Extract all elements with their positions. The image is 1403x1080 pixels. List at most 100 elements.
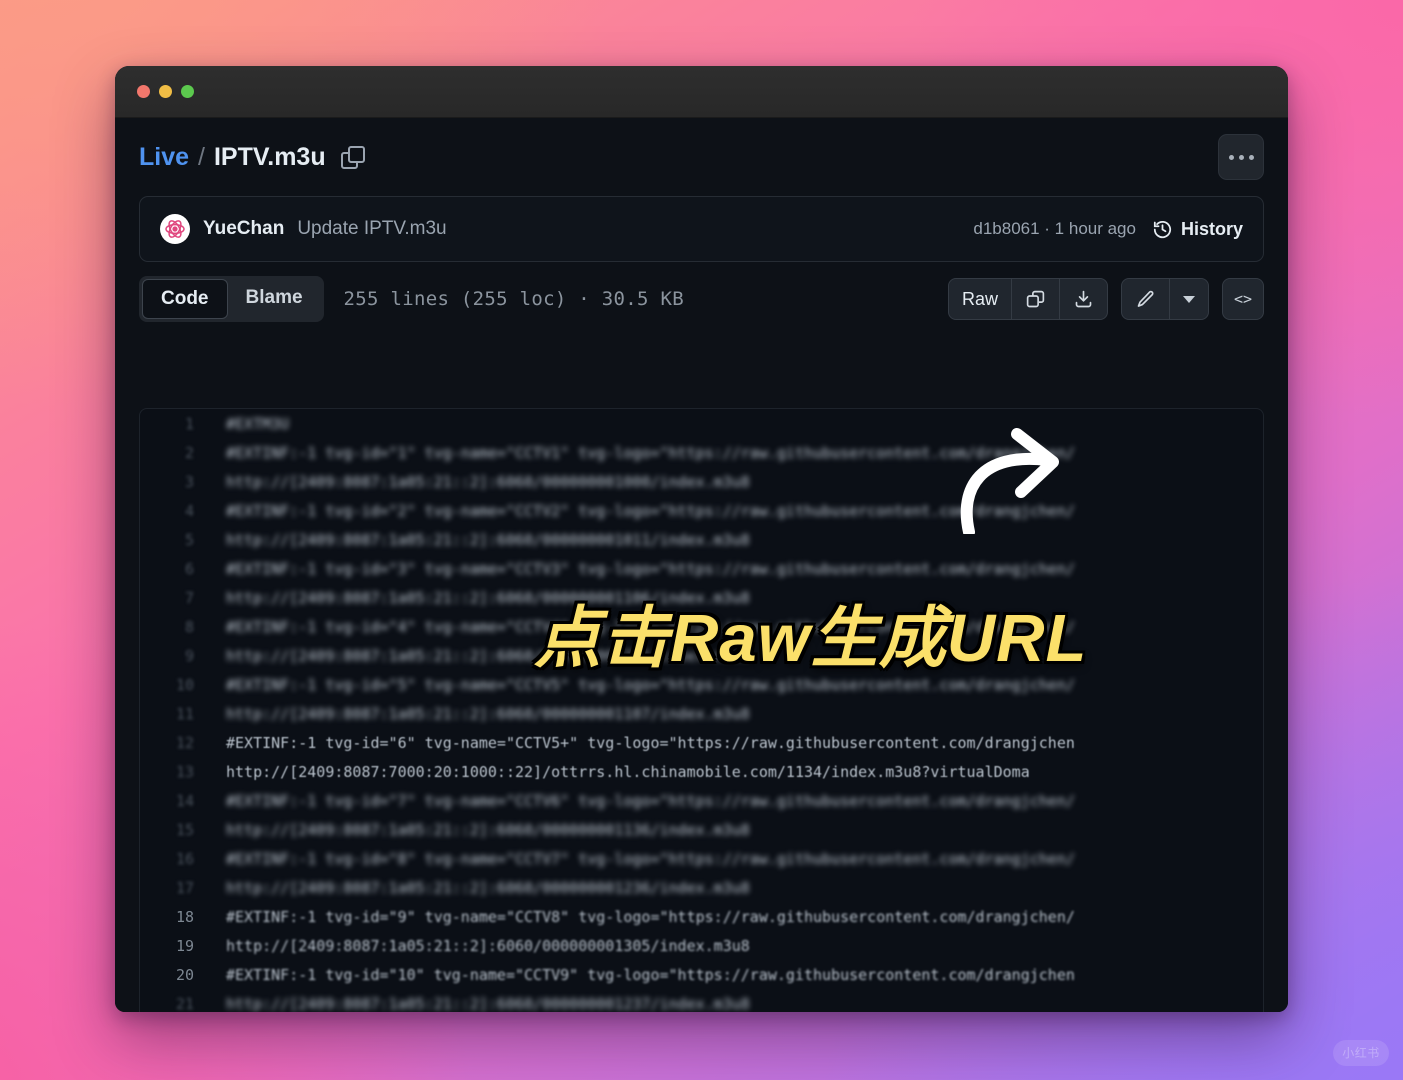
code-line: 15 http://[2409:8087:1a05:21::2]:6060/000… <box>140 815 1263 844</box>
raw-copy-download-group: Raw <box>947 278 1108 320</box>
copy-raw-contents-button[interactable] <box>1012 279 1060 319</box>
line-number[interactable]: 14 <box>140 792 216 810</box>
line-number[interactable]: 10 <box>140 676 216 694</box>
raw-button[interactable]: Raw <box>949 279 1012 319</box>
code-line: 19 http://[2409:8087:1a05:21::2]:6060/000… <box>140 931 1263 960</box>
line-source: #EXTM3U <box>226 414 290 433</box>
line-number[interactable]: 17 <box>140 879 216 897</box>
line-number[interactable]: 7 <box>140 589 216 607</box>
file-toolbar-right: Raw <> <box>947 278 1264 320</box>
code-symbols-button[interactable]: <> <box>1222 278 1264 320</box>
line-number[interactable]: 1 <box>140 415 216 433</box>
breadcrumb-row: Live / IPTV.m3u <box>139 118 1264 196</box>
line-number[interactable]: 2 <box>140 444 216 462</box>
tab-code[interactable]: Code <box>142 279 228 319</box>
file-toolbar: Code Blame 255 lines (255 loc) · 30.5 KB… <box>139 262 1264 336</box>
line-number[interactable]: 6 <box>140 560 216 578</box>
chevron-down-icon <box>1183 295 1195 303</box>
code-line: 20 #EXTINF:-1 tvg-id="10" tvg-name="CCTV9… <box>140 960 1263 989</box>
pencil-edit-icon <box>1137 290 1154 307</box>
line-number[interactable]: 13 <box>140 763 216 781</box>
commit-meta-group: d1b8061 · 1 hour ago History <box>973 219 1243 240</box>
kebab-dot <box>1228 154 1234 160</box>
breadcrumb-repo-link[interactable]: Live <box>139 143 189 172</box>
line-source: http://[2409:8087:1a05:21::2]:6060/00000… <box>226 588 750 607</box>
copy-path-icon[interactable] <box>340 146 365 169</box>
line-number[interactable]: 16 <box>140 850 216 868</box>
line-number[interactable]: 3 <box>140 473 216 491</box>
code-line: 14 #EXTINF:-1 tvg-id="7" tvg-name="CCTV6"… <box>140 786 1263 815</box>
code-line: 9 http://[2409:8087:1a05:21::2]:6060/0000… <box>140 641 1263 670</box>
commit-message[interactable]: Update IPTV.m3u <box>297 218 446 240</box>
breadcrumb-filename: IPTV.m3u <box>213 142 326 171</box>
line-number[interactable]: 8 <box>140 618 216 636</box>
line-number[interactable]: 21 <box>140 995 216 1013</box>
line-source: #EXTINF:-1 tvg-id="6" tvg-name="CCTV5+" … <box>226 733 1075 752</box>
maximize-window-button[interactable] <box>181 85 194 98</box>
line-number[interactable]: 18 <box>140 908 216 926</box>
history-clock-icon <box>1153 220 1172 238</box>
code-line: 6 #EXTINF:-1 tvg-id="3" tvg-name="CCTV3" … <box>140 554 1263 583</box>
avatar[interactable] <box>160 214 190 244</box>
edit-options-dropdown-button[interactable] <box>1170 279 1208 319</box>
download-icon <box>1075 290 1092 307</box>
line-source: http://[2409:8087:1a05:21::2]:6060/00000… <box>226 704 750 723</box>
line-source: #EXTINF:-1 tvg-id="4" tvg-name="CCTV4" t… <box>226 617 1075 636</box>
edit-file-group <box>1121 278 1209 320</box>
code-line: 10 #EXTINF:-1 tvg-id="5" tvg-name="CCTV5"… <box>140 670 1263 699</box>
line-source: #EXTINF:-1 tvg-id="1" tvg-name="CCTV1" t… <box>226 443 1075 462</box>
line-number[interactable]: 19 <box>140 937 216 955</box>
line-source: #EXTINF:-1 tvg-id="3" tvg-name="CCTV3" t… <box>226 559 1075 578</box>
line-source: http://[2409:8087:1a05:21::2]:6060/00000… <box>226 646 750 665</box>
line-number[interactable]: 12 <box>140 734 216 752</box>
code-line: 1 #EXTM3U <box>140 409 1263 438</box>
line-number[interactable]: 9 <box>140 647 216 665</box>
breadcrumb: Live / IPTV.m3u <box>139 142 365 172</box>
code-line: 17 http://[2409:8087:1a05:21::2]:6060/000… <box>140 873 1263 902</box>
file-code-viewer[interactable]: 1 #EXTM3U 2 #EXTINF:-1 tvg-id="1" tvg-name=… <box>139 408 1264 1012</box>
code-line: 16 #EXTINF:-1 tvg-id="8" tvg-name="CCTV7"… <box>140 844 1263 873</box>
history-label: History <box>1180 218 1243 239</box>
tab-blame[interactable]: Blame <box>228 279 321 319</box>
code-line: 21 http://[2409:8087:1a05:21::2]:6060/000… <box>140 989 1263 1013</box>
line-number[interactable]: 5 <box>140 531 216 549</box>
minimize-window-button[interactable] <box>159 85 172 98</box>
file-toolbar-left: Code Blame 255 lines (255 loc) · 30.5 KB <box>139 276 684 322</box>
code-line: 3 http://[2409:8087:1a05:21::2]:6060/0000… <box>140 467 1263 496</box>
line-source: #EXTINF:-1 tvg-id="8" tvg-name="CCTV7" t… <box>226 849 1075 868</box>
code-line: 5 http://[2409:8087:1a05:21::2]:6060/0000… <box>140 525 1263 554</box>
code-line: 4 #EXTINF:-1 tvg-id="2" tvg-name="CCTV2" … <box>140 496 1263 525</box>
line-number[interactable]: 11 <box>140 705 216 723</box>
line-number[interactable]: 15 <box>140 821 216 839</box>
line-source: #EXTINF:-1 tvg-id="5" tvg-name="CCTV5" t… <box>226 675 1075 694</box>
code-line: 2 #EXTINF:-1 tvg-id="1" tvg-name="CCTV1" … <box>140 438 1263 467</box>
line-number[interactable]: 4 <box>140 502 216 520</box>
line-source: #EXTINF:-1 tvg-id="2" tvg-name="CCTV2" t… <box>226 501 1075 520</box>
window-titlebar <box>115 66 1288 118</box>
code-line: 18 #EXTINF:-1 tvg-id="9" tvg-name="CCTV8"… <box>140 902 1263 931</box>
breadcrumb-separator: / <box>198 142 205 171</box>
line-source: #EXTINF:-1 tvg-id="9" tvg-name="CCTV8" t… <box>226 907 1075 926</box>
download-raw-file-button[interactable] <box>1060 279 1107 319</box>
kebab-dot <box>1238 154 1244 160</box>
code-symbols-icon: <> <box>1233 290 1253 308</box>
line-source: http://[2409:8087:1a05:21::2]:6060/00000… <box>226 820 750 839</box>
close-window-button[interactable] <box>137 85 150 98</box>
line-source: http://[2409:8087:1a05:21::2]:6060/00000… <box>226 936 750 955</box>
commit-hash-and-time: d1b8061 · 1 hour ago <box>973 219 1136 238</box>
code-line: 7 http://[2409:8087:1a05:21::2]:6060/0000… <box>140 583 1263 612</box>
watermark: 小红书 <box>1333 1040 1389 1066</box>
line-number[interactable]: 20 <box>140 966 216 984</box>
copy-icon <box>1026 290 1045 307</box>
history-button[interactable]: History <box>1152 219 1243 240</box>
edit-file-button[interactable] <box>1122 279 1170 319</box>
code-lines-container: 1 #EXTM3U 2 #EXTINF:-1 tvg-id="1" tvg-name=… <box>140 409 1263 1013</box>
line-source: http://[2409:8087:7000:20:1000::22]/ottr… <box>226 762 1030 781</box>
commit-author-name[interactable]: YueChan <box>203 218 284 240</box>
code-blame-tabs: Code Blame <box>139 276 324 322</box>
line-source: #EXTINF:-1 tvg-id="7" tvg-name="CCTV6" t… <box>226 791 1075 810</box>
commit-author-group: YueChan Update IPTV.m3u <box>160 214 447 244</box>
kebab-menu-icon[interactable] <box>1218 134 1264 180</box>
latest-commit-bar: YueChan Update IPTV.m3u d1b8061 · 1 hour… <box>139 196 1264 262</box>
code-line: 11 http://[2409:8087:1a05:21::2]:6060/000… <box>140 699 1263 728</box>
